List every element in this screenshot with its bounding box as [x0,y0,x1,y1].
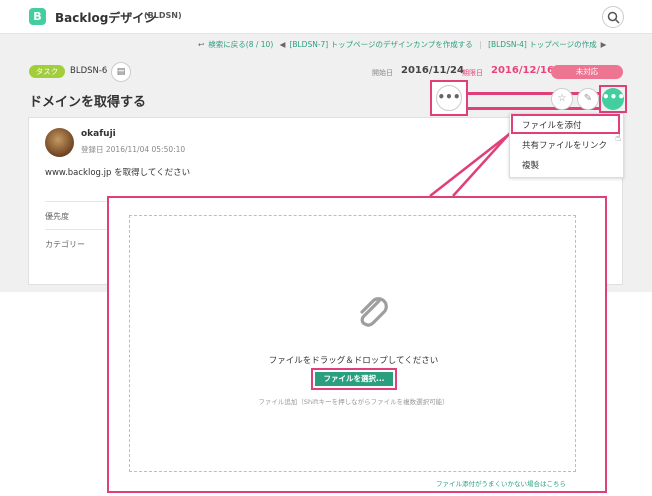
highlight-frame [511,114,620,134]
attach-help-link[interactable]: ファイル添付がうまくいかない場合はこちら [436,478,566,488]
due-date-value: 2016/12/16 [491,65,554,76]
prev-issue-link[interactable]: [BLDSN-7] トップページのデザインカンプを作成する [289,40,472,49]
zoomed-more-button: ••• [430,80,468,116]
backlog-logo-icon[interactable]: B [29,8,46,25]
prev-arrow-icon: ◀ [279,40,286,49]
more-icon: ••• [436,85,462,111]
start-date-value: 2016/11/24 [401,65,464,76]
select-file-button[interactable]: ファイルを選択... [315,372,393,386]
search-icon [607,11,620,24]
star-icon: ☆ [557,93,567,104]
status-badge[interactable]: 未対応 [551,65,623,79]
highlight-frame [599,85,627,113]
file-attach-dialog: ファイルをドラッグ＆ドロップしてください または ファイルを選択... ファイル… [107,196,607,493]
start-date-label: 開始日 [372,69,393,77]
highlight-connector [468,107,599,110]
drop-instruction: ファイルをドラッグ＆ドロップしてください [268,356,439,366]
property-label: 優先度 [45,212,69,221]
back-icon: ↩ [198,40,205,49]
next-issue-link[interactable]: [BLDSN-4] トップページの作成 [488,40,597,49]
menu-item-link-shared-file[interactable]: 共有ファイルをリンク [510,137,625,155]
nav-divider: | [479,40,482,49]
edit-button[interactable]: ✎ [577,88,599,110]
next-arrow-icon: ▶ [600,40,607,49]
clipboard-icon: ▤ [116,67,126,77]
property-label: カテゴリー [45,240,85,249]
issue-navigation: ↩ 検索に戻る(8 / 10) ◀ [BLDSN-7] トップページのデザインカンプ… [198,39,610,50]
hand-cursor-icon: ☝ [615,133,622,144]
menu-item-duplicate[interactable]: 複製 [510,157,625,175]
paperclip-icon [360,297,388,327]
issue-title: ドメインを取得する [29,95,147,110]
author-name[interactable]: okafuji [81,129,116,139]
project-name[interactable]: Backlogデザイン [55,9,156,26]
star-button[interactable]: ☆ [551,88,573,110]
copy-key-button[interactable]: ▤ [111,62,131,82]
pencil-icon: ✎ [583,93,593,104]
issue-key: BLDSN-6 [70,66,108,76]
due-date-label: 期限日 [462,69,483,77]
created-date: 登録日 2016/11/04 05:50:10 [81,145,186,154]
top-bar: B Backlogデザイン (BLDSN) [0,0,652,34]
avatar [45,128,74,157]
issue-type-badge: タスク [29,65,65,78]
project-key: (BLDSN) [144,11,182,20]
file-drop-zone[interactable]: ファイルをドラッグ＆ドロップしてください または ファイルを選択... ファイル… [129,215,576,472]
multi-select-hint: ファイル追加（Shiftキーを押しながらファイルを複数選択可能） [258,398,449,406]
issue-description: www.backlog.jp を取得してください [45,168,191,178]
back-to-search-link[interactable]: 検索に戻る(8 / 10) [208,40,273,49]
search-button[interactable] [602,6,624,28]
